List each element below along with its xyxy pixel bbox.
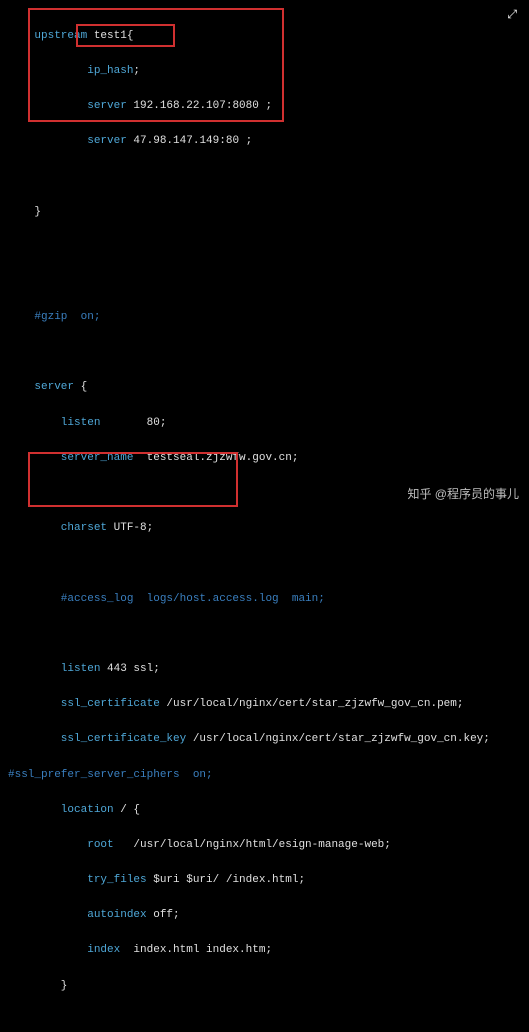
gzip-comment: #gzip on; (8, 311, 100, 323)
ssl-ciphers-comment: #ssl_prefer_server_ciphers on; (8, 769, 213, 781)
code-block: upstream test1{ ip_hash; server 192.168.… (0, 0, 529, 1032)
expand-icon[interactable]: ⤢ (507, 6, 517, 25)
watermark: 知乎 @程序员的事儿 (407, 485, 519, 504)
access-log-comment: #access_log logs/host.access.log main; (8, 593, 325, 605)
